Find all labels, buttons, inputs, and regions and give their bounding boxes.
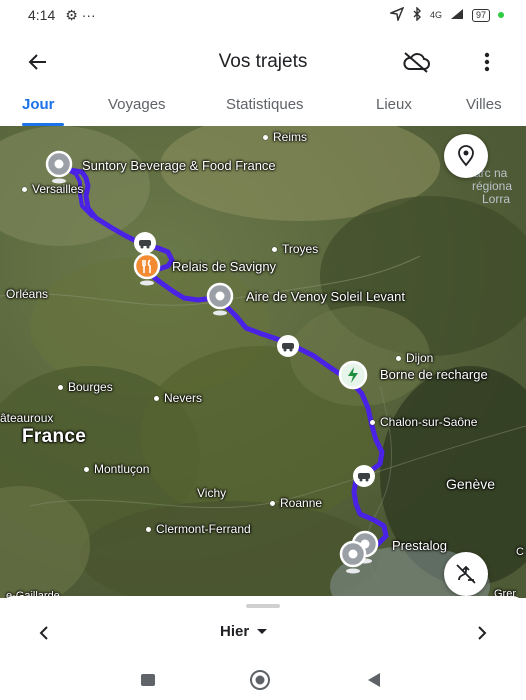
cloud-off-icon xyxy=(403,52,430,73)
drag-handle[interactable] xyxy=(246,604,280,608)
tab-jour[interactable]: Jour xyxy=(22,96,55,113)
status-bar: 4:14 ⚙ ··· 4G 97 xyxy=(0,0,526,30)
city-dot xyxy=(272,247,277,253)
more-options-button[interactable] xyxy=(476,48,498,76)
city-name: Bourges xyxy=(68,380,113,394)
home-button[interactable] xyxy=(246,668,274,692)
city-dot xyxy=(396,356,401,362)
status-time: 4:14 xyxy=(28,7,56,23)
satellite-map xyxy=(0,126,526,598)
city-name: Versailles xyxy=(32,182,84,196)
status-right: 4G 97 xyxy=(388,5,504,24)
arrow-left-icon xyxy=(28,54,46,70)
network-label: 4G xyxy=(429,10,442,20)
system-nav-bar xyxy=(0,660,526,700)
chevron-right-icon xyxy=(478,626,487,640)
city-label-chateauroux: âteauroux xyxy=(0,411,54,425)
car-marker-icon xyxy=(353,465,375,487)
city-label-bourges: Bourges xyxy=(58,380,113,394)
city-label-geneve: Genève xyxy=(446,476,496,492)
previous-day-button[interactable] xyxy=(34,622,54,644)
region-label-3: Lorra xyxy=(482,192,511,206)
caret-down-icon xyxy=(257,629,268,634)
city-label-roanne: Roanne xyxy=(270,496,322,510)
battery-indicator: 97 xyxy=(471,8,490,22)
location-pin-icon[interactable] xyxy=(205,282,235,316)
app-bar: Vos trajets xyxy=(0,40,526,84)
car-marker-icon xyxy=(277,335,299,357)
back-nav-button[interactable] xyxy=(360,668,388,692)
back-button[interactable] xyxy=(24,48,52,76)
city-dot xyxy=(58,385,63,391)
region-label-2: régiona xyxy=(472,179,513,193)
city-name: Nevers xyxy=(164,391,203,405)
city-label-nevers: Nevers xyxy=(154,391,202,405)
city-dot xyxy=(370,420,375,426)
date-selector[interactable]: Hier xyxy=(220,623,268,640)
city-dot xyxy=(146,527,151,533)
restaurant-pin-icon[interactable] xyxy=(132,252,162,286)
bottom-sheet: Hier xyxy=(0,596,526,658)
city-name: Reims xyxy=(273,130,308,144)
status-left: 4:14 ⚙ ··· xyxy=(28,7,96,24)
city-name: Dijon xyxy=(406,351,434,365)
date-label: Hier xyxy=(220,623,250,640)
city-dot xyxy=(263,135,268,141)
tab-statistiques[interactable]: Statistiques xyxy=(226,96,304,113)
cloud-off-button[interactable] xyxy=(400,48,432,76)
city-label-montlucon: Montluçon xyxy=(84,462,149,476)
square-icon xyxy=(141,674,155,686)
city-dot xyxy=(22,187,27,193)
tab-villes[interactable]: Villes xyxy=(466,96,502,113)
bluetooth-icon xyxy=(412,5,422,24)
stop-label-borne[interactable]: Borne de recharge xyxy=(380,367,488,382)
hide-route-button[interactable] xyxy=(444,552,488,596)
city-name: Chalon-sur-Saône xyxy=(380,415,478,429)
city-label-chalon: Chalon-sur-Saône xyxy=(370,415,477,429)
location-history-button[interactable] xyxy=(444,134,488,178)
tab-voyages[interactable]: Voyages xyxy=(108,96,166,113)
city-label-versailles: Versailles xyxy=(22,182,83,196)
more-vert-icon xyxy=(484,52,490,72)
city-label-clermont: Clermont-Ferrand xyxy=(146,522,251,536)
country-label-france: France xyxy=(22,426,87,447)
city-name: Roanne xyxy=(280,496,323,510)
location-arrow-icon xyxy=(388,6,405,24)
stop-label-venoy[interactable]: Aire de Venoy Soleil Levant xyxy=(246,289,405,304)
city-dot xyxy=(270,501,275,507)
ev-charging-pin-icon[interactable] xyxy=(338,360,368,394)
city-dot xyxy=(84,467,89,473)
recent-apps-button[interactable] xyxy=(134,668,162,692)
city-label-dijon: Dijon xyxy=(396,351,433,365)
map-pin-outline-icon xyxy=(458,145,474,167)
stop-label-relais[interactable]: Relais de Savigny xyxy=(172,259,276,274)
map-view[interactable]: Reims Versailles Troyes Orléans Dijon Bo… xyxy=(0,126,526,598)
location-pin-icon[interactable] xyxy=(338,540,368,574)
city-name: Troyes xyxy=(282,242,319,256)
city-label-troyes: Troyes xyxy=(272,242,318,256)
city-label-edge-c: C xyxy=(516,546,524,558)
notification-icons: ⚙ ··· xyxy=(65,6,96,23)
page-title: Vos trajets xyxy=(218,51,308,72)
city-name: Clermont-Ferrand xyxy=(156,522,251,536)
city-label-reims: Reims xyxy=(263,130,307,144)
route-off-icon xyxy=(456,564,476,584)
chevron-left-icon xyxy=(39,626,48,640)
stop-label-prestalog[interactable]: Prestalog xyxy=(392,538,447,553)
city-dot xyxy=(154,396,159,402)
tab-lieux[interactable]: Lieux xyxy=(376,96,412,113)
signal-icon xyxy=(450,8,464,23)
city-name: Montluçon xyxy=(94,462,150,476)
location-pin-icon[interactable] xyxy=(44,150,74,184)
triangle-back-icon xyxy=(368,673,380,687)
city-label-vichy: Vichy xyxy=(197,486,227,500)
active-dot-icon xyxy=(498,12,504,18)
stop-label-suntory[interactable]: Suntory Beverage & Food France xyxy=(82,158,276,173)
circle-icon xyxy=(250,670,270,690)
city-label-orleans: Orléans xyxy=(6,287,49,301)
tab-bar: Jour Voyages Statistiques Lieux Villes xyxy=(0,90,526,126)
next-day-button[interactable] xyxy=(472,622,492,644)
